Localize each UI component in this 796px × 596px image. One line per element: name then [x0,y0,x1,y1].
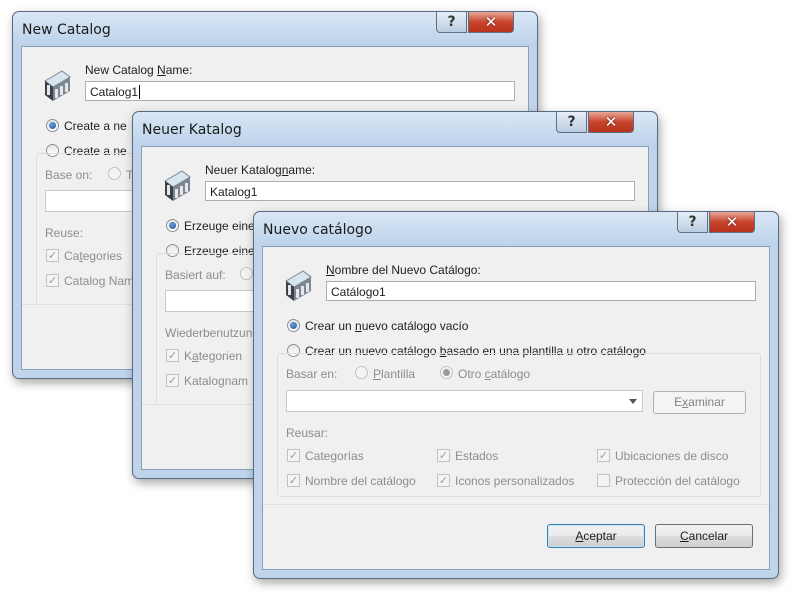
catalog-name-label: Nombre del Nuevo Catálogo: [326,263,481,277]
chevron-down-icon [629,399,637,404]
reuse-proteccion-label: Protección del catálogo [615,474,740,488]
reuse-catalog-name-label: Katalognam [184,374,249,388]
dialog-title: New Catalog [22,22,111,38]
title-bar[interactable]: New Catalog ? ✕ [13,12,537,46]
reuse-proteccion-checkbox[interactable] [597,474,610,487]
catalog-name-label: Neuer Katalogname: [205,163,316,177]
reuse-categories-checkbox[interactable]: ✓ [46,249,59,262]
reuse-catalog-name-checkbox[interactable]: ✓ [46,274,59,287]
create-empty-radio[interactable] [46,119,59,132]
reuse-categories-label: Kategorien [184,349,243,363]
dialog-title: Neuer Katalog [142,122,242,138]
catalog-icon [164,170,191,201]
reuse-categorias-label: Categorías [305,449,364,463]
create-empty-label: Create a ne [64,119,127,133]
reuse-catalog-name-checkbox[interactable]: ✓ [166,374,179,387]
new-catalog-dialog-es: Nuevo catálogo ? ✕ Nombre del Nuevo Catá… [253,211,779,579]
reuse-iconos-label: Iconos personalizados [455,474,575,488]
create-empty-label: Crear un nuevo catálogo vacío [305,319,469,333]
base-on-label: Basar en: [286,367,338,381]
close-icon: ✕ [484,13,498,31]
ok-button[interactable]: Aceptar [547,524,645,548]
base-on-template-radio[interactable] [108,167,121,180]
cancel-button[interactable]: Cancelar [655,524,753,548]
catalog-name-label: New Catalog Name: [85,63,193,77]
catalog-name-input[interactable]: Catalog1 [85,81,515,101]
close-icon: ✕ [725,213,739,231]
close-button[interactable]: ✕ [588,112,634,133]
help-icon: ? [447,14,456,30]
reuse-ubicaciones-label: Ubicaciones de disco [615,449,729,463]
reuse-estados-checkbox[interactable]: ✓ [437,449,450,462]
reuse-ubicaciones-checkbox[interactable]: ✓ [597,449,610,462]
base-on-label: Base on: [45,168,93,182]
dialog-client: Nombre del Nuevo Catálogo: Catálogo1 Cre… [262,246,770,570]
title-bar[interactable]: Neuer Katalog ? ✕ [133,112,657,146]
help-button[interactable]: ? [677,212,708,233]
base-on-other-catalog-radio[interactable] [440,366,453,379]
reuse-label: Wiederbenutzun [165,326,253,340]
reuse-label: Reusar: [286,426,329,440]
close-icon: ✕ [604,113,618,131]
base-on-other-catalog-label: Otro catálogo [458,367,531,381]
reuse-categories-label: Categories [64,249,123,263]
reuse-categories-checkbox[interactable]: ✓ [166,349,179,362]
catalog-icon [285,270,312,301]
reuse-catalog-name-label: Catalog Nam [64,274,135,288]
create-empty-radio[interactable] [166,219,179,232]
reuse-label: Reuse: [45,226,84,240]
title-bar[interactable]: Nuevo catálogo ? ✕ [254,212,778,246]
help-button[interactable]: ? [436,12,467,33]
close-button[interactable]: ✕ [709,212,755,233]
reuse-iconos-checkbox[interactable]: ✓ [437,474,450,487]
dialog-title: Nuevo catálogo [263,222,373,238]
base-on-label: Basiert auf: [165,268,226,282]
browse-button[interactable]: Examinar [653,391,746,414]
reuse-categorias-checkbox[interactable]: ✓ [287,449,300,462]
catalog-icon [44,70,71,101]
create-empty-radio[interactable] [287,319,300,332]
reuse-estados-label: Estados [455,449,499,463]
base-on-template-label: Plantilla [373,367,416,381]
base-on-template-radio[interactable] [355,366,368,379]
catalog-name-input[interactable]: Catálogo1 [326,281,756,301]
help-button[interactable]: ? [556,112,587,133]
close-button[interactable]: ✕ [468,12,514,33]
catalog-name-input[interactable]: Katalog1 [205,181,635,201]
help-icon: ? [567,114,576,130]
reuse-nombre-checkbox[interactable]: ✓ [287,474,300,487]
create-empty-label: Erzeuge eine [184,219,255,233]
reuse-nombre-label: Nombre del catálogo [305,474,416,488]
help-icon: ? [688,214,697,230]
base-on-template-radio[interactable] [240,267,253,280]
dialog-footer: Aceptar Cancelar [263,504,769,569]
base-on-combo[interactable] [286,390,643,412]
